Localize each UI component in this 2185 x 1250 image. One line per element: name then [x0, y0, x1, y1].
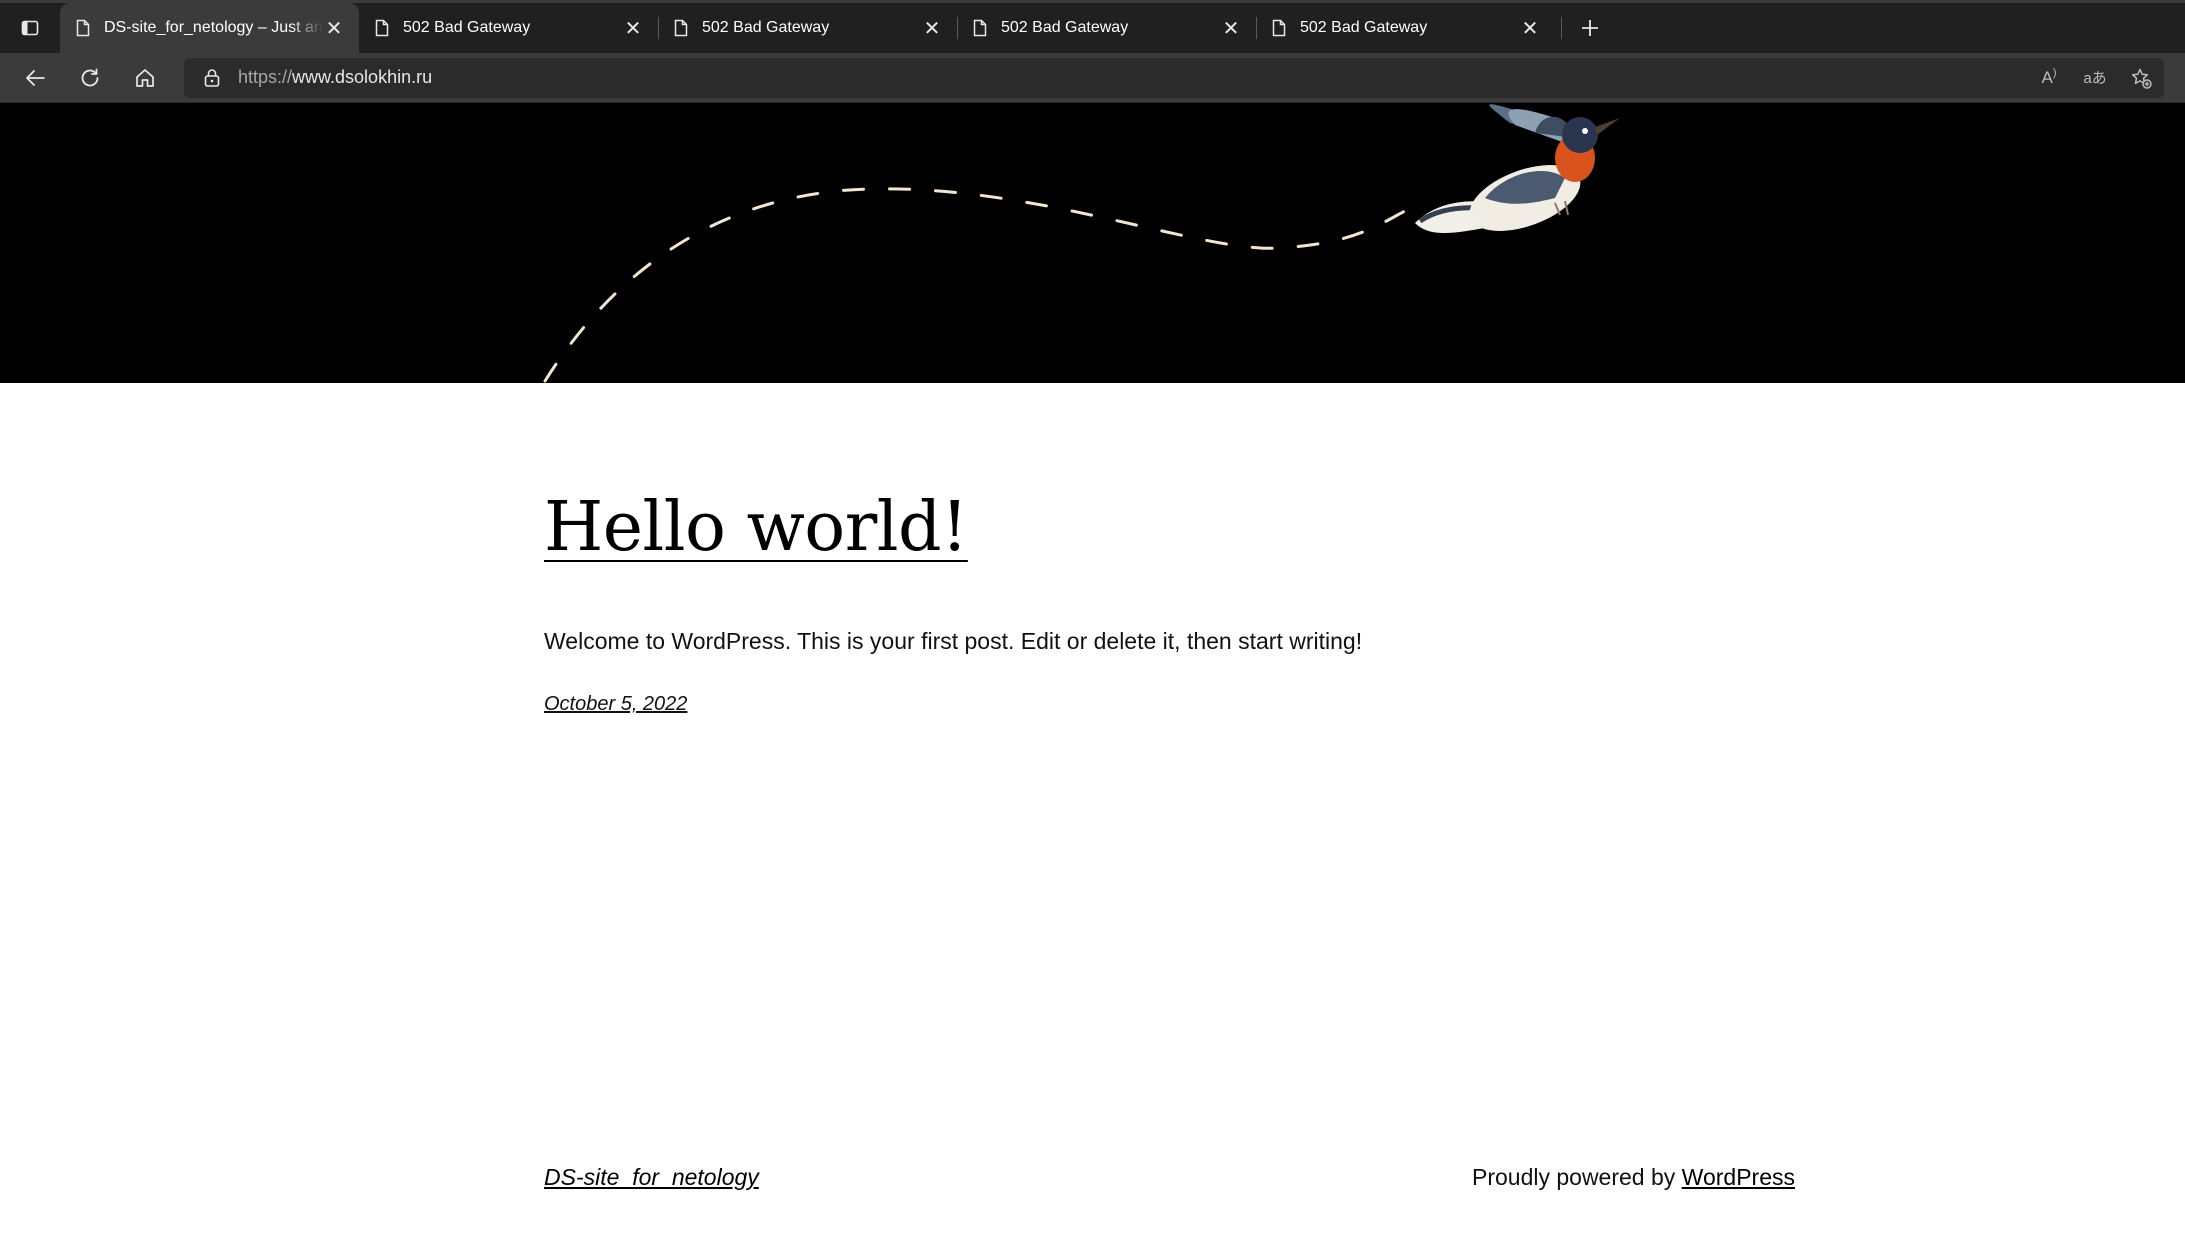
tab-label: 502 Bad Gateway	[403, 19, 531, 36]
tab-active[interactable]: DS-site_for_netology – Just another Word…	[60, 3, 359, 53]
home-icon	[135, 68, 154, 87]
dashed-flight-path	[543, 187, 1422, 383]
page-icon	[76, 19, 90, 37]
post-title-link[interactable]: Hello world!	[544, 488, 968, 567]
home-button[interactable]	[117, 56, 172, 100]
tab-label: DS-site_for_netology – Just another Word…	[104, 19, 323, 36]
read-aloud-icon[interactable]: A)	[2034, 63, 2064, 93]
page-icon	[375, 19, 389, 37]
tab-separator	[1561, 17, 1562, 39]
new-tab-button[interactable]	[1570, 3, 1610, 53]
tab-strip: DS-site_for_netology – Just another Word…	[0, 0, 2185, 53]
footer-site-title-link[interactable]: DS-site_for_netology	[544, 1164, 759, 1191]
header-image	[0, 103, 2185, 383]
post-date-link[interactable]: October 5, 2022	[544, 693, 687, 716]
tab-label: 502 Bad Gateway	[1300, 19, 1428, 36]
translate-icon[interactable]: aあ	[2080, 63, 2110, 93]
page-icon	[674, 19, 688, 37]
tab[interactable]: 502 Bad Gateway ✕	[359, 3, 658, 53]
back-button[interactable]	[7, 56, 62, 100]
page-icon	[1272, 19, 1286, 37]
translate-glyph: aあ	[2083, 70, 2107, 87]
tab-label: 502 Bad Gateway	[702, 19, 830, 36]
address-bar[interactable]: https://www.dsolokhin.ru A) aあ	[184, 57, 2164, 98]
lock-icon[interactable]	[204, 68, 220, 88]
reload-button[interactable]	[62, 56, 117, 100]
tab-actions-icon	[21, 20, 39, 36]
wordpress-link[interactable]: WordPress	[1682, 1164, 1795, 1190]
close-icon[interactable]: ✕	[323, 17, 345, 40]
add-favorite-icon[interactable]	[2126, 63, 2156, 93]
close-icon[interactable]: ✕	[1519, 17, 1541, 40]
browser-toolbar: https://www.dsolokhin.ru A) aあ	[0, 53, 2185, 103]
bird-illustration	[1415, 104, 1620, 233]
close-icon[interactable]: ✕	[1220, 17, 1242, 40]
close-icon[interactable]: ✕	[921, 17, 943, 40]
page-icon	[973, 19, 987, 37]
tab[interactable]: 502 Bad Gateway ✕	[658, 3, 957, 53]
read-aloud-glyph: A	[2041, 67, 2053, 87]
address-bar-actions: A) aあ	[2034, 63, 2164, 93]
tab-actions-button[interactable]	[0, 3, 60, 53]
tab[interactable]: 502 Bad Gateway ✕	[1256, 3, 1555, 53]
url-host: www.dsolokhin.ru	[292, 67, 433, 87]
footer-credit: Proudly powered by WordPress	[1472, 1164, 1795, 1191]
plus-icon	[1582, 20, 1598, 36]
footer-credit-prefix: Proudly powered by	[1471, 1164, 1682, 1190]
url-scheme: https://	[238, 67, 293, 87]
close-icon[interactable]: ✕	[622, 17, 644, 40]
flight-path-illustration	[543, 104, 1620, 383]
post-excerpt: Welcome to WordPress. This is your first…	[544, 628, 1363, 654]
tab[interactable]: 502 Bad Gateway ✕	[957, 3, 1256, 53]
reload-icon	[81, 68, 98, 86]
tab-label: 502 Bad Gateway	[1001, 19, 1129, 36]
back-arrow-icon	[25, 69, 45, 86]
url-text[interactable]: https://www.dsolokhin.ru	[238, 67, 432, 88]
